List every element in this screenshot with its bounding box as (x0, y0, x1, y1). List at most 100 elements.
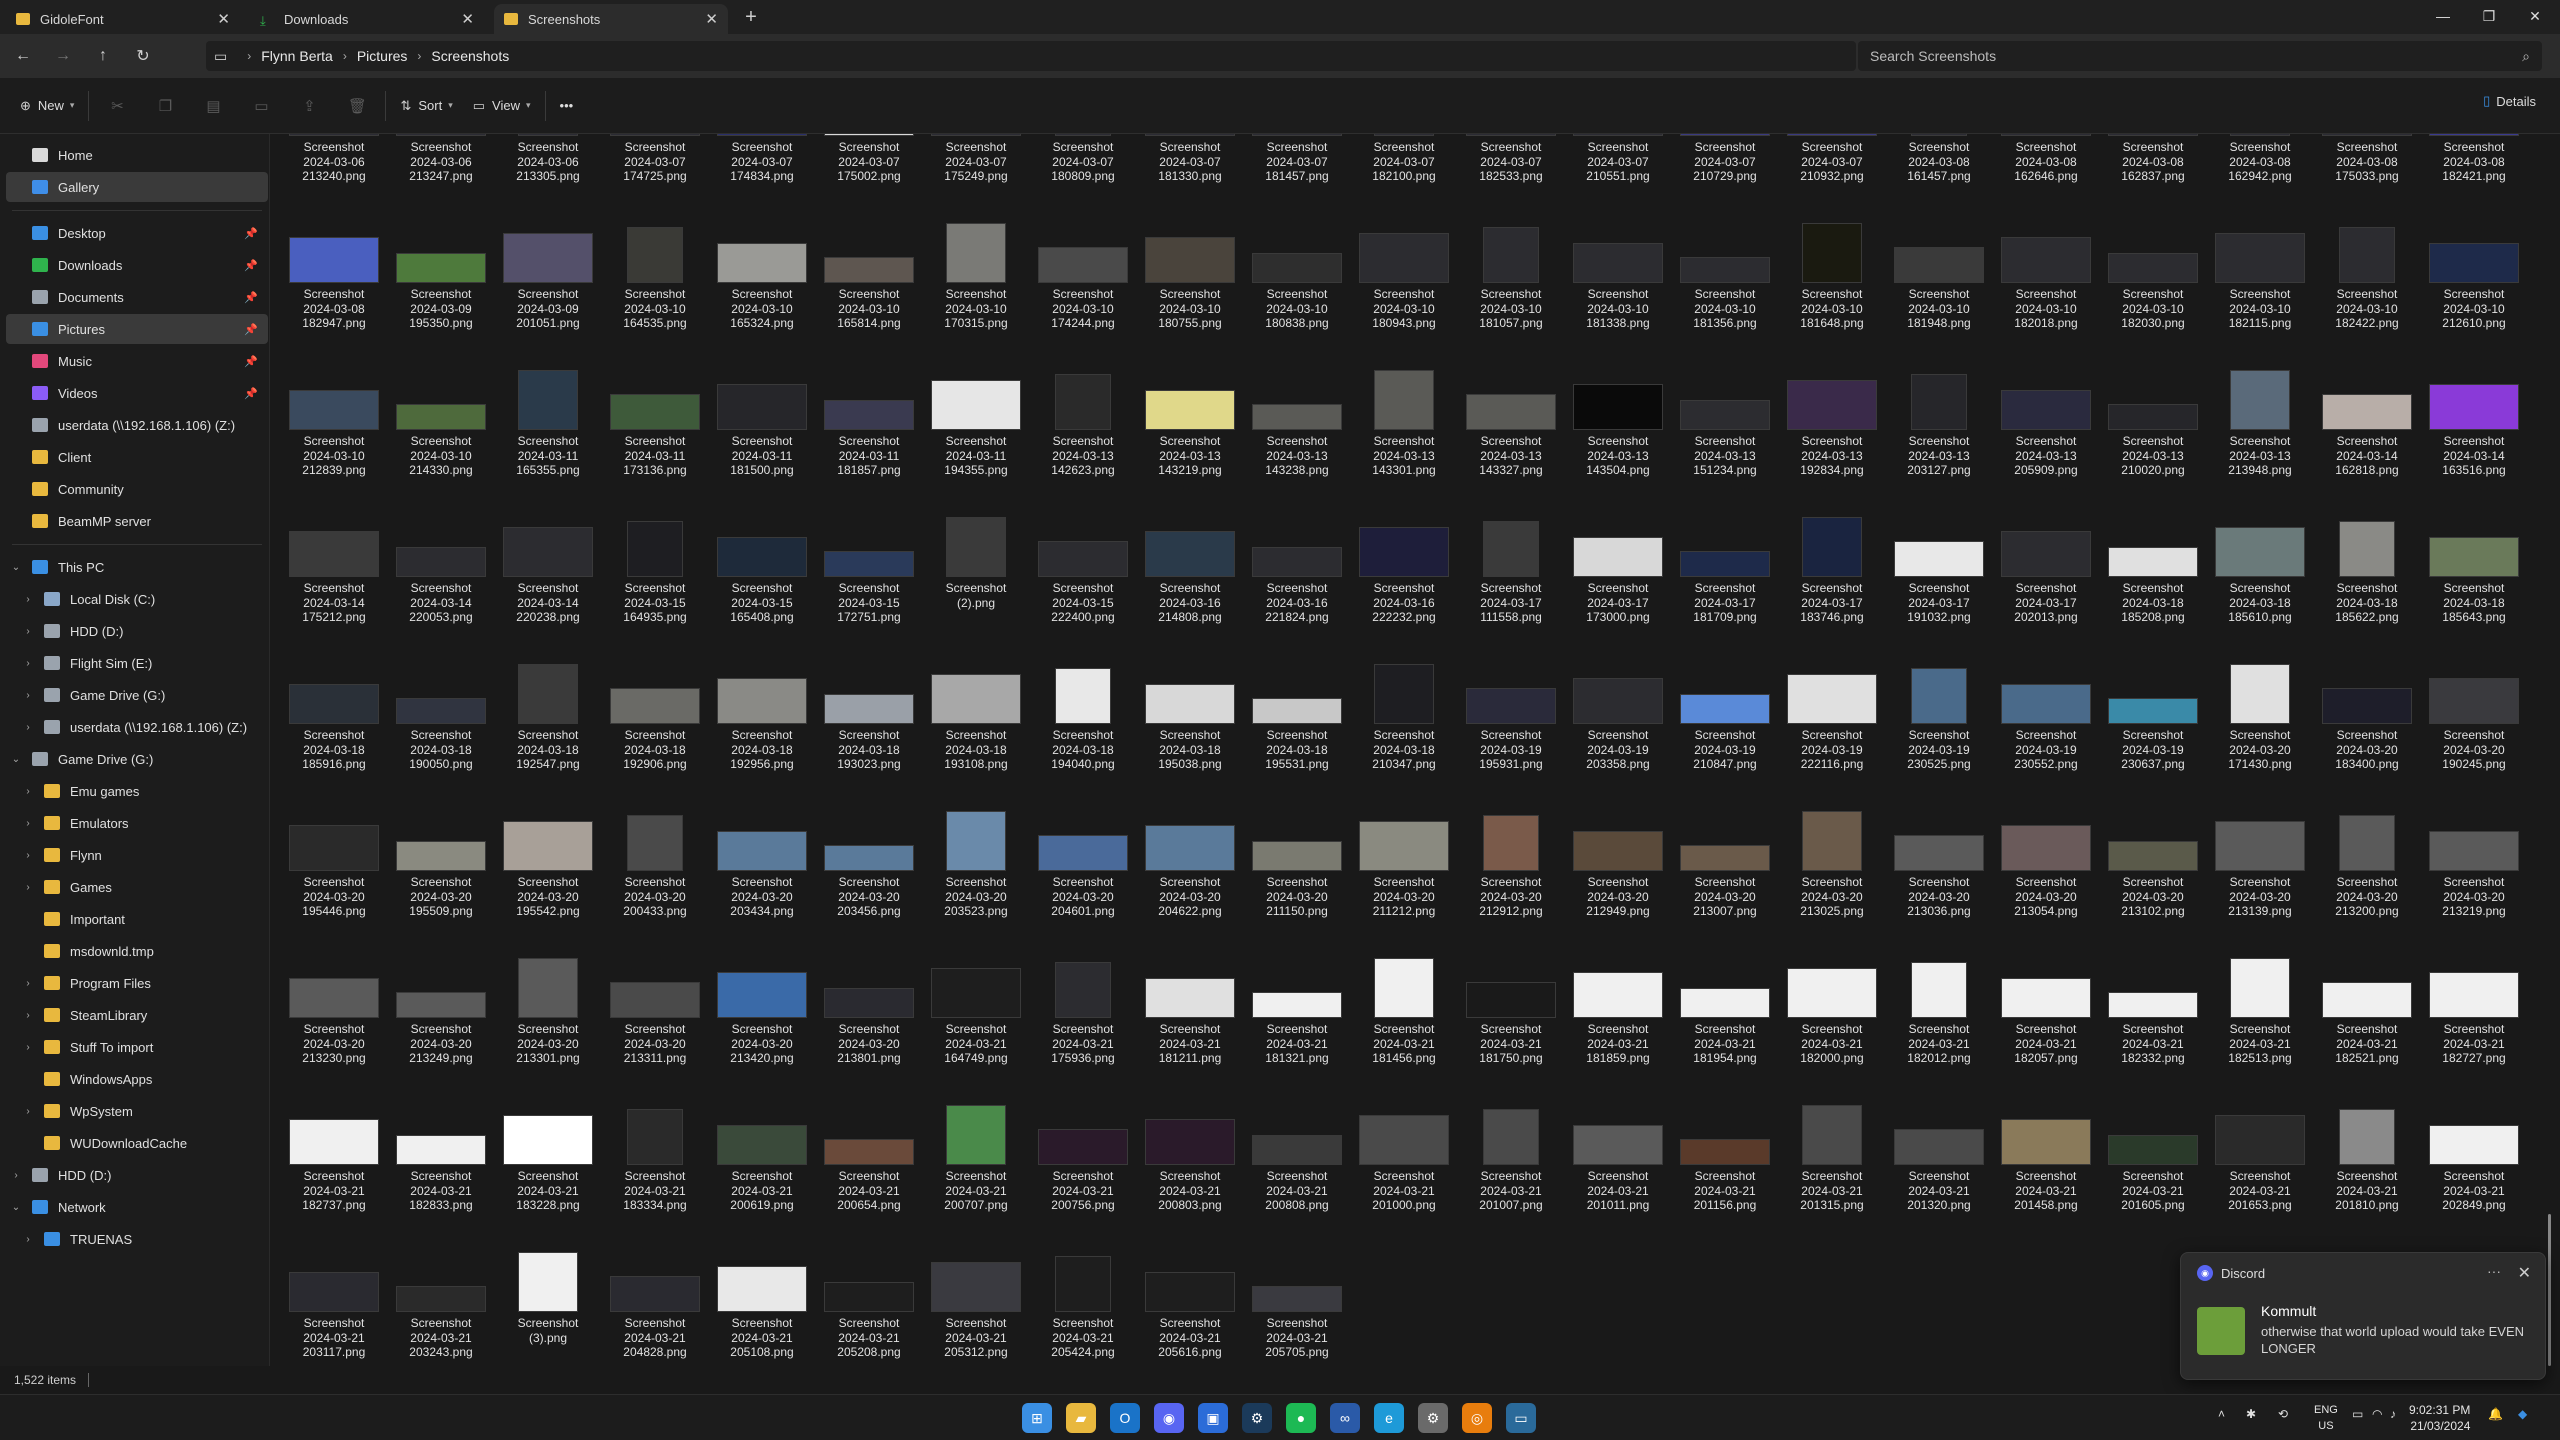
file-item[interactable]: Screenshot 2024-03-18 185610.png (2208, 489, 2312, 631)
file-item[interactable]: Screenshot 2024-03-13 143504.png (1566, 342, 1670, 484)
file-item[interactable]: Screenshot 2024-03-18 185916.png (282, 636, 386, 778)
terminal-icon[interactable]: ▭ (1506, 1403, 1536, 1433)
file-item[interactable]: Screenshot 2024-03-20 213102.png (2101, 783, 2205, 925)
file-item[interactable]: Screenshot 2024-03-08 175033.png (2315, 134, 2419, 190)
file-item[interactable]: Screenshot 2024-03-10 182115.png (2208, 195, 2312, 337)
file-item[interactable]: Screenshot 2024-03-21 201000.png (1352, 1077, 1456, 1219)
file-item[interactable]: Screenshot 2024-03-10 212839.png (282, 342, 386, 484)
file-item[interactable]: Screenshot 2024-03-13 143238.png (1245, 342, 1349, 484)
sort-button[interactable]: ⇅ Sort ▾ (390, 89, 462, 123)
settings-icon[interactable]: ⚙ (1418, 1403, 1448, 1433)
file-item[interactable]: Screenshot 2024-03-21 201458.png (1994, 1077, 2098, 1219)
file-item[interactable]: Screenshot 2024-03-10 182018.png (1994, 195, 2098, 337)
file-item[interactable]: Screenshot 2024-03-21 182521.png (2315, 930, 2419, 1072)
notifications-icon[interactable]: 🔔 (2488, 1407, 2503, 1421)
tab-screenshots[interactable]: Screenshots ✕ (494, 4, 728, 34)
file-item[interactable]: Screenshot 2024-03-13 203127.png (1887, 342, 1991, 484)
file-item[interactable]: Screenshot 2024-03-21 201007.png (1459, 1077, 1563, 1219)
file-item[interactable]: Screenshot 2024-03-17 191032.png (1887, 489, 1991, 631)
file-item[interactable]: Screenshot 2024-03-21 201653.png (2208, 1077, 2312, 1219)
close-tab-icon[interactable]: ✕ (705, 10, 718, 28)
file-item[interactable]: Screenshot 2024-03-19 222116.png (1780, 636, 1884, 778)
new-tab-button[interactable]: + (738, 6, 764, 29)
file-item[interactable]: Screenshot 2024-03-07 174834.png (710, 134, 814, 190)
chevron-right-icon[interactable]: › (22, 1042, 34, 1053)
nav-item-games[interactable]: › Games (0, 872, 268, 902)
volume-icon[interactable]: ♪ (2390, 1407, 2396, 1421)
file-item[interactable]: Screenshot 2024-03-21 200803.png (1138, 1077, 1242, 1219)
file-item[interactable]: Screenshot 2024-03-21 182727.png (2422, 930, 2526, 1072)
search-input[interactable]: Search Screenshots ⌕ (1858, 41, 2542, 71)
file-item[interactable]: Screenshot 2024-03-14 220238.png (496, 489, 600, 631)
file-item[interactable]: Screenshot 2024-03-15 165408.png (710, 489, 814, 631)
file-item[interactable]: Screenshot 2024-03-13 151234.png (1673, 342, 1777, 484)
file-item[interactable]: Screenshot 2024-03-21 203117.png (282, 1224, 386, 1366)
file-item[interactable]: Screenshot 2024-03-21 201156.png (1673, 1077, 1777, 1219)
close-icon[interactable]: ✕ (2518, 1263, 2531, 1283)
file-item[interactable]: Screenshot 2024-03-20 212912.png (1459, 783, 1563, 925)
file-item[interactable]: Screenshot 2024-03-09 195350.png (389, 195, 493, 337)
notification-toast[interactable]: ◉ Discord ··· ✕ Kommult otherwise that w… (2180, 1252, 2546, 1380)
file-item[interactable]: Screenshot 2024-03-18 192906.png (603, 636, 707, 778)
chevron-right-icon[interactable]: › (10, 1170, 22, 1181)
file-item[interactable]: Screenshot 2024-03-18 192956.png (710, 636, 814, 778)
nav-item-wpsystem[interactable]: › WpSystem (0, 1096, 268, 1126)
file-item[interactable]: Screenshot 2024-03-10 164535.png (603, 195, 707, 337)
file-item[interactable]: Screenshot 2024-03-10 165324.png (710, 195, 814, 337)
nav-item-gallery[interactable]: Gallery (6, 172, 268, 202)
file-item[interactable]: Screenshot 2024-03-19 230637.png (2101, 636, 2205, 778)
file-item[interactable]: Screenshot 2024-03-10 180943.png (1352, 195, 1456, 337)
language-indicator[interactable]: ENG US (2314, 1402, 2338, 1434)
close-tab-icon[interactable]: ✕ (217, 10, 230, 28)
file-item[interactable]: Screenshot 2024-03-21 181456.png (1352, 930, 1456, 1072)
blender-icon[interactable]: ◎ (1462, 1403, 1492, 1433)
file-item[interactable]: Screenshot 2024-03-21 175936.png (1031, 930, 1135, 1072)
nav-item-wudownloadcache[interactable]: WUDownloadCache (0, 1128, 268, 1158)
monitor-icon[interactable]: ▭ (2352, 1407, 2363, 1421)
file-item[interactable]: Screenshot 2024-03-13 143301.png (1352, 342, 1456, 484)
file-item[interactable]: Screenshot 2024-03-20 213801.png (817, 930, 921, 1072)
file-item[interactable]: Screenshot 2024-03-21 182000.png (1780, 930, 1884, 1072)
file-item[interactable]: Screenshot 2024-03-09 201051.png (496, 195, 600, 337)
file-item[interactable]: Screenshot 2024-03-07 175249.png (924, 134, 1028, 190)
file-item[interactable]: Screenshot 2024-03-16 221824.png (1245, 489, 1349, 631)
more-options-icon[interactable]: ··· (2487, 1263, 2501, 1279)
file-item[interactable]: Screenshot 2024-03-19 230552.png (1994, 636, 2098, 778)
file-item[interactable]: Screenshot 2024-03-10 212610.png (2422, 195, 2526, 337)
file-item[interactable]: Screenshot 2024-03-19 210847.png (1673, 636, 1777, 778)
paste-icon[interactable]: ▤ (189, 97, 237, 115)
nav-item-steamlibrary[interactable]: › SteamLibrary (0, 1000, 268, 1030)
file-item[interactable]: Screenshot 2024-03-10 181948.png (1887, 195, 1991, 337)
chevron-right-icon[interactable]: › (22, 722, 34, 733)
file-item[interactable]: Screenshot 2024-03-21 205424.png (1031, 1224, 1135, 1366)
file-item[interactable]: Screenshot 2024-03-21 182012.png (1887, 930, 1991, 1072)
file-item[interactable]: Screenshot 2024-03-08 182947.png (282, 195, 386, 337)
bluetooth-icon[interactable]: ✱ (2246, 1407, 2256, 1421)
file-item[interactable]: Screenshot 2024-03-21 203243.png (389, 1224, 493, 1366)
file-item[interactable]: Screenshot 2024-03-20 213219.png (2422, 783, 2526, 925)
file-item[interactable]: Screenshot 2024-03-18 193108.png (924, 636, 1028, 778)
file-item[interactable]: Screenshot 2024-03-15 172751.png (817, 489, 921, 631)
file-item[interactable]: Screenshot 2024-03-21 183228.png (496, 1077, 600, 1219)
chevron-up-icon[interactable]: ˄ (2218, 1407, 2225, 1421)
file-item[interactable]: Screenshot 2024-03-20 203456.png (817, 783, 921, 925)
file-item[interactable]: Screenshot 2024-03-17 202013.png (1994, 489, 2098, 631)
file-item[interactable]: Screenshot 2024-03-20 190245.png (2422, 636, 2526, 778)
file-item[interactable]: Screenshot 2024-03-19 230525.png (1887, 636, 1991, 778)
copy-icon[interactable]: ❐ (141, 97, 189, 115)
file-item[interactable]: Screenshot 2024-03-21 200654.png (817, 1077, 921, 1219)
nav-item-program-files[interactable]: › Program Files (0, 968, 268, 998)
nav-item-videos[interactable]: Videos 📌 (0, 378, 268, 408)
file-item[interactable]: Screenshot 2024-03-21 181954.png (1673, 930, 1777, 1072)
file-item[interactable]: Screenshot 2024-03-18 192547.png (496, 636, 600, 778)
file-item[interactable]: Screenshot 2024-03-13 142623.png (1031, 342, 1135, 484)
nav-item-local-disk-c[interactable]: › Local Disk (C:) (0, 584, 268, 614)
nav-item-network[interactable]: ⌄ Network (0, 1192, 268, 1222)
file-item[interactable]: Screenshot 2024-03-10 181356.png (1673, 195, 1777, 337)
file-item[interactable]: Screenshot 2024-03-07 210729.png (1673, 134, 1777, 190)
file-item[interactable]: Screenshot 2024-03-20 203523.png (924, 783, 1028, 925)
file-item[interactable]: Screenshot 2024-03-07 181457.png (1245, 134, 1349, 190)
nav-item-this-pc[interactable]: ⌄ This PC (0, 552, 268, 582)
file-item[interactable]: Screenshot 2024-03-21 183334.png (603, 1077, 707, 1219)
file-item[interactable]: Screenshot 2024-03-21 181211.png (1138, 930, 1242, 1072)
